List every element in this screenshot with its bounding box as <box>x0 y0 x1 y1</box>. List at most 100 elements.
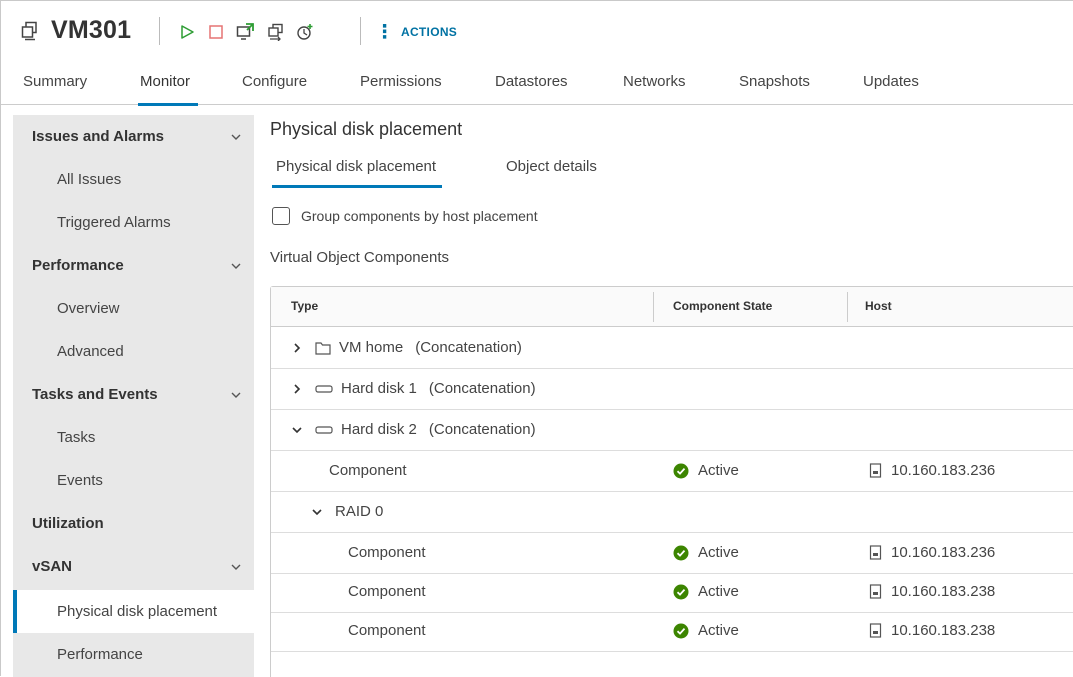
tab-monitor[interactable]: Monitor <box>137 73 199 106</box>
chevron-down-icon[interactable] <box>311 506 323 518</box>
column-header-type[interactable]: Type <box>291 299 318 313</box>
row-type: Hard disk 2 <box>341 421 417 438</box>
column-header-component-state[interactable]: Component State <box>673 299 772 313</box>
state-cell: Active <box>673 544 739 561</box>
sidebar-item-advanced[interactable]: Advanced <box>13 330 254 373</box>
page-title: Physical disk placement <box>270 119 463 139</box>
host-cell: 10.160.183.236 <box>869 544 995 561</box>
state-cell: Active <box>673 462 739 479</box>
tab-networks[interactable]: Networks <box>623 73 686 105</box>
sidebar-group-tasks-and-events[interactable]: Tasks and Events <box>13 373 254 416</box>
sidebar-item-physical-disk-placement[interactable]: Physical disk placement <box>13 590 254 633</box>
type-cell: Component <box>348 583 426 600</box>
subtab-object-details[interactable]: Object details <box>506 158 597 187</box>
sidebar-item-label: Utilization <box>32 515 104 532</box>
row-strategy: (Concatenation) <box>428 380 536 397</box>
sidebar-item-tasks[interactable]: Tasks <box>13 416 254 459</box>
sidebar-group-issues-and-alarms[interactable]: Issues and Alarms <box>13 115 254 158</box>
subtab-physical-disk-placement[interactable]: Physical disk placement <box>271 158 443 188</box>
sidebar-item-label: Performance <box>32 257 124 274</box>
sidebar-group-performance[interactable]: Performance <box>13 244 254 287</box>
actions-label: ACTIONS <box>401 25 458 39</box>
tab-datastores[interactable]: Datastores <box>495 73 568 105</box>
tab-configure[interactable]: Configure <box>242 73 307 105</box>
sidebar-item-utilization[interactable]: Utilization <box>13 502 254 545</box>
row-strategy: (Concatenation) <box>428 421 536 438</box>
host-server-icon <box>869 463 882 478</box>
sidebar-item-label: vSAN <box>32 558 73 575</box>
tab-snapshots[interactable]: Snapshots <box>739 73 810 105</box>
table-row[interactable]: RAID 0 <box>271 492 1073 533</box>
toolbar-divider <box>360 17 361 45</box>
folder-icon <box>315 341 331 355</box>
type-cell: Component <box>329 462 407 479</box>
sidebar-item-overview[interactable]: Overview <box>13 287 254 330</box>
type-cell: Component <box>348 622 426 639</box>
component-state: Active <box>698 622 739 639</box>
checkbox-label: Group components by host placement <box>301 208 538 224</box>
snapshot-icon[interactable] <box>296 23 314 41</box>
tab-updates[interactable]: Updates <box>863 73 919 105</box>
sidebar-item-vsan-performance[interactable]: Performance <box>13 633 254 676</box>
table-row[interactable]: Component Active 10.160.183.236 <box>271 533 1073 574</box>
table-row[interactable]: Hard disk 1 (Concatenation) <box>271 369 1073 410</box>
launch-console-icon[interactable] <box>236 23 254 41</box>
host-server-icon <box>869 623 882 638</box>
vm-title: VM301 <box>51 16 132 44</box>
chevron-down-icon <box>231 263 241 269</box>
actions-menu-button[interactable]: ⋮ ACTIONS <box>375 18 457 46</box>
chevron-down-icon <box>231 392 241 398</box>
section-label: Virtual Object Components <box>270 249 449 266</box>
more-vertical-icon: ⋮ <box>375 21 394 43</box>
row-strategy: (Concatenation) <box>415 339 522 356</box>
type-cell: Component <box>348 544 426 561</box>
host-address[interactable]: 10.160.183.236 <box>891 462 995 479</box>
row-type: RAID 0 <box>335 503 384 520</box>
tab-summary[interactable]: Summary <box>23 73 87 105</box>
checkbox-box[interactable] <box>272 207 290 225</box>
check-circle-icon <box>673 623 689 638</box>
sidebar-item-label: Triggered Alarms <box>57 214 171 231</box>
column-resizer[interactable] <box>847 292 848 322</box>
sidebar-item-label: Advanced <box>57 343 124 360</box>
grid-header: Type Component State Host <box>271 287 1073 327</box>
sidebar-item-events[interactable]: Events <box>13 459 254 502</box>
sidebar-group-vsan[interactable]: vSAN <box>13 545 254 588</box>
table-row[interactable]: Component Active 10.160.183.238 <box>271 572 1073 613</box>
table-row[interactable]: Component Active 10.160.183.236 <box>271 451 1073 492</box>
host-address[interactable]: 10.160.183.238 <box>891 622 995 639</box>
sidebar-item-triggered-alarms[interactable]: Triggered Alarms <box>13 201 254 244</box>
host-address[interactable]: 10.160.183.238 <box>891 583 995 600</box>
chevron-right-icon[interactable] <box>291 342 303 354</box>
component-state: Active <box>698 544 739 561</box>
column-header-host[interactable]: Host <box>865 299 892 313</box>
sidebar-item-all-issues[interactable]: All Issues <box>13 158 254 201</box>
sidebar-item-label: Issues and Alarms <box>32 128 165 145</box>
chevron-down-icon <box>231 134 241 140</box>
tab-permissions[interactable]: Permissions <box>360 73 442 105</box>
group-by-host-checkbox[interactable]: Group components by host placement <box>272 205 538 227</box>
vm-monitor-view: VM301 ⋮ ACTIONS Summary Monitor Configur… <box>0 0 1073 677</box>
host-address[interactable]: 10.160.183.236 <box>891 544 995 561</box>
header: VM301 ⋮ ACTIONS <box>1 1 1073 63</box>
chevron-right-icon[interactable] <box>291 383 303 395</box>
object-tabs: Summary Monitor Configure Permissions Da… <box>1 63 1073 106</box>
power-on-icon[interactable] <box>178 23 196 41</box>
chevron-down-icon <box>231 564 241 570</box>
table-row[interactable]: VM home (Concatenation) <box>271 328 1073 369</box>
sidebar-item-label: Tasks <box>57 429 96 446</box>
migrate-icon[interactable] <box>267 23 285 41</box>
sidebar-item-label: Tasks and Events <box>32 386 158 403</box>
chevron-down-icon[interactable] <box>291 424 303 436</box>
column-resizer[interactable] <box>653 292 654 322</box>
type-cell: Hard disk 1 (Concatenation) <box>291 380 536 397</box>
table-row[interactable]: Component Active 10.160.183.238 <box>271 611 1073 652</box>
type-cell: Hard disk 2 (Concatenation) <box>291 421 536 438</box>
table-row[interactable]: Hard disk 2 (Concatenation) <box>271 410 1073 451</box>
sidebar-item-label: Physical disk placement <box>57 603 218 620</box>
component-state: Active <box>698 583 739 600</box>
power-off-icon[interactable] <box>207 23 225 41</box>
state-cell: Active <box>673 583 739 600</box>
toolbar-divider <box>159 17 160 45</box>
sidebar-item-label: Events <box>57 472 103 489</box>
